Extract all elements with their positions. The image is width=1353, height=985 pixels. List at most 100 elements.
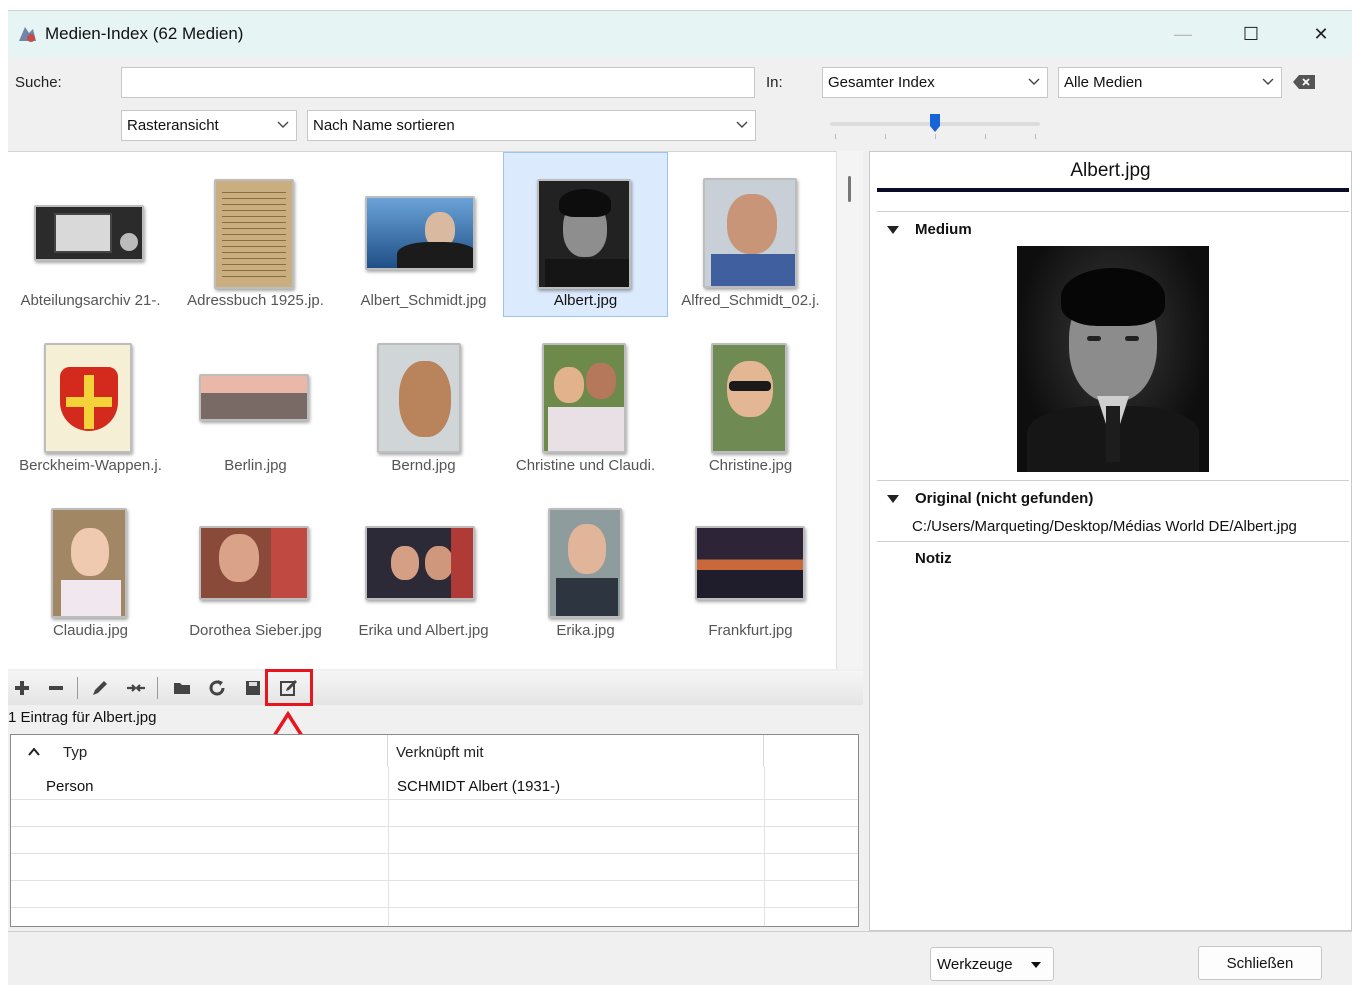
media-tile[interactable]: Christine und Claudi.	[503, 317, 668, 482]
title-rule	[877, 188, 1349, 192]
media-caption: Christine.jpg	[708, 457, 793, 474]
media-index-window: Medien-Index (62 Medien) — ☐ ✕ Suche: In…	[8, 10, 1352, 985]
media-caption: Alfred_Schmidt_02.j.	[681, 292, 820, 309]
add-icon[interactable]	[12, 678, 32, 698]
column-header-label: Verknüpft mit	[396, 744, 484, 761]
media-tile-selected[interactable]: Albert.jpg	[503, 152, 668, 317]
close-window-button[interactable]: ✕	[1298, 19, 1344, 49]
media-filter-value: Alle Medien	[1064, 74, 1143, 91]
table-row-empty	[11, 826, 858, 853]
media-caption: Albert.jpg	[553, 292, 618, 309]
media-thumbnail	[214, 179, 294, 289]
refresh-icon[interactable]	[207, 678, 227, 698]
section-medium-label: Medium	[915, 221, 972, 238]
title-bar: Medien-Index (62 Medien) — ☐ ✕	[8, 11, 1352, 57]
media-tile[interactable]: Alfred_Schmidt_02.j.	[668, 152, 833, 317]
media-thumbnail	[44, 343, 132, 453]
search-scope-select[interactable]: Gesamter Index	[822, 67, 1048, 98]
caret-down-icon	[1031, 962, 1041, 968]
save-icon[interactable]	[243, 678, 263, 698]
scrollbar-thumb[interactable]	[848, 176, 851, 202]
media-thumbnail	[711, 343, 787, 453]
links-table: Typ Verknüpft mit Person SCHMIDT Albert …	[10, 734, 859, 927]
media-thumbnail	[34, 205, 144, 261]
slider-tick	[835, 134, 836, 139]
media-thumbnail	[537, 179, 631, 289]
divider	[877, 480, 1349, 481]
table-row-empty	[11, 799, 858, 826]
collapse-triangle-icon[interactable]	[886, 494, 900, 504]
slider-tick	[1035, 134, 1036, 139]
table-row[interactable]: Person SCHMIDT Albert (1931-)	[11, 772, 858, 799]
column-header-type[interactable]: Typ	[11, 735, 388, 767]
open-folder-icon[interactable]	[172, 678, 192, 698]
media-thumbnail	[548, 508, 622, 618]
media-thumbnail	[703, 178, 797, 288]
view-mode-select[interactable]: Rasteransicht	[121, 110, 297, 141]
media-caption: Berlin.jpg	[224, 457, 287, 474]
media-thumbnail	[365, 526, 475, 600]
column-header-label: Typ	[63, 744, 88, 761]
media-tile[interactable]: Bernd.jpg	[341, 317, 506, 482]
chevron-down-icon	[277, 121, 289, 128]
search-label: Suche:	[15, 74, 62, 91]
slider-tick	[985, 134, 986, 139]
window-title: Medien-Index (62 Medien)	[45, 24, 244, 43]
maximize-icon: ☐	[1242, 23, 1260, 44]
chevron-down-icon	[1028, 78, 1040, 85]
footer-bar: Werkzeuge Schließen	[8, 931, 1352, 985]
media-tile[interactable]: Christine.jpg	[668, 317, 833, 482]
media-caption: Albert_Schmidt.jpg	[360, 292, 487, 309]
media-tile[interactable]: Adressbuch 1925.jp.	[173, 152, 338, 317]
search-scope-value: Gesamter Index	[828, 74, 935, 91]
remove-icon[interactable]	[46, 678, 66, 698]
media-tile[interactable]: Berlin.jpg	[173, 317, 338, 482]
media-filter-select[interactable]: Alle Medien	[1058, 67, 1282, 98]
media-caption: Bernd.jpg	[391, 457, 456, 474]
backspace-icon[interactable]	[1292, 73, 1318, 91]
slider-tick	[885, 134, 886, 139]
close-button[interactable]: Schließen	[1198, 946, 1322, 980]
tools-menu-button[interactable]: Werkzeuge	[930, 947, 1054, 981]
original-path: C:/Users/Marqueting/Desktop/Médias World…	[912, 518, 1297, 535]
view-mode-value: Rasteransicht	[127, 117, 219, 134]
detail-panel: Albert.jpg Medium Original (nicht gefund…	[869, 151, 1352, 931]
media-caption: Berckheim-Wappen.j.	[19, 457, 162, 474]
media-tile[interactable]: Abteilungsarchiv 21-.	[8, 152, 173, 317]
sort-value: Nach Name sortieren	[313, 117, 455, 134]
detail-filename: Albert.jpg	[1070, 160, 1151, 181]
media-thumbnail	[199, 374, 309, 421]
media-grid-scrollbar[interactable]	[836, 151, 863, 669]
media-caption: Frankfurt.jpg	[708, 622, 793, 639]
media-caption: Erika.jpg	[556, 622, 615, 639]
divider	[877, 211, 1349, 212]
minimize-button[interactable]: —	[1160, 19, 1206, 49]
merge-icon[interactable]	[126, 678, 146, 698]
media-thumbnail	[51, 508, 127, 618]
toolbar-separator	[77, 677, 78, 699]
collapse-triangle-icon[interactable]	[886, 225, 900, 235]
close-icon: ✕	[1313, 23, 1329, 44]
media-tile[interactable]: Albert_Schmidt.jpg	[341, 152, 506, 317]
media-tile[interactable]: Erika und Albert.jpg	[341, 482, 506, 647]
search-input[interactable]	[121, 67, 755, 98]
search-toolbar: Suche: In: Gesamter Index Alle Medien Ra…	[8, 57, 1352, 149]
divider	[877, 541, 1349, 542]
media-thumbnail	[377, 343, 461, 453]
media-tile[interactable]: Frankfurt.jpg	[668, 482, 833, 647]
media-tile[interactable]: Erika.jpg	[503, 482, 668, 647]
media-caption: Abteilungsarchiv 21-.	[20, 292, 161, 309]
media-thumbnail	[695, 526, 805, 600]
edit-icon[interactable]	[90, 678, 110, 698]
highlight-annotation-box	[265, 669, 313, 706]
media-tile[interactable]: Berckheim-Wappen.j.	[8, 317, 173, 482]
thumbnail-size-slider[interactable]	[830, 112, 1040, 142]
tools-button-label: Werkzeuge	[937, 956, 1013, 973]
media-tile[interactable]: Claudia.jpg	[8, 482, 173, 647]
column-header-linked[interactable]: Verknüpft mit	[388, 735, 764, 767]
media-tile[interactable]: Dorothea Sieber.jpg	[173, 482, 338, 647]
maximize-button[interactable]: ☐	[1228, 19, 1274, 49]
slider-thumb[interactable]	[930, 114, 940, 132]
section-note-label: Notiz	[915, 550, 952, 567]
sort-select[interactable]: Nach Name sortieren	[307, 110, 756, 141]
